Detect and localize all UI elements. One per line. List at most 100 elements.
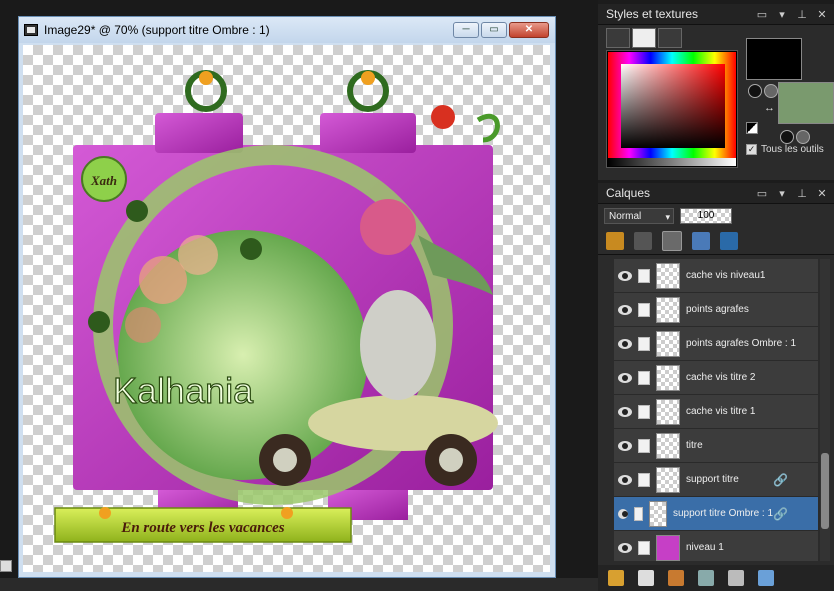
layer-name: cache vis titre 1 xyxy=(686,406,756,417)
duplicate-layer-icon[interactable] xyxy=(698,570,714,586)
bead xyxy=(240,238,262,260)
panel-menu-icon[interactable]: ▾ xyxy=(776,8,788,21)
saturation-value-box[interactable] xyxy=(621,64,725,148)
reset-colors-icon[interactable] xyxy=(746,122,758,134)
new-mask-icon[interactable] xyxy=(638,570,654,586)
panel-close-icon[interactable]: ✕ xyxy=(816,187,828,200)
layer-thumbnail xyxy=(656,364,680,391)
bead xyxy=(88,311,110,333)
mask-icon[interactable] xyxy=(634,232,652,250)
panel-restore-icon[interactable]: ▭ xyxy=(756,8,768,21)
fg-texture-icon[interactable] xyxy=(764,84,778,98)
lock-icon[interactable] xyxy=(638,336,650,351)
all-tools-checkbox[interactable]: ✓ xyxy=(746,144,757,155)
bg-texture-icon[interactable] xyxy=(796,130,810,144)
maximize-button[interactable]: ▭ xyxy=(481,22,507,38)
layers-panel-header[interactable]: Calques ▭ ▾ ⊥ ✕ xyxy=(598,183,834,204)
delete-layer-icon[interactable] xyxy=(728,570,744,586)
layer-properties-icon[interactable] xyxy=(668,570,684,586)
right-ring-screw xyxy=(361,71,375,85)
layer-name: cache vis titre 2 xyxy=(686,372,756,383)
color-picker[interactable] xyxy=(606,50,738,168)
panel-close-icon[interactable]: ✕ xyxy=(816,8,828,21)
visibility-eye-icon[interactable] xyxy=(618,508,629,519)
document-window[interactable]: Image29* @ 70% (support titre Ombre : 1)… xyxy=(18,16,556,578)
layer-list[interactable]: cache vis niveau1 points agrafes points ag… xyxy=(614,259,818,561)
visibility-eye-icon[interactable] xyxy=(618,542,632,553)
flower xyxy=(178,235,218,275)
layer-name: points agrafes xyxy=(686,304,749,315)
layer-row[interactable]: points agrafes Ombre : 1 xyxy=(614,327,818,361)
layer-thumbnail xyxy=(656,296,680,323)
visibility-eye-icon[interactable] xyxy=(618,406,632,417)
bg-style-icon[interactable] xyxy=(780,130,794,144)
visibility-eye-icon[interactable] xyxy=(618,372,632,383)
highlight-layer-icon[interactable] xyxy=(662,231,682,251)
panel-menu-icon[interactable]: ▾ xyxy=(776,187,788,200)
layer-row[interactable]: support titre Ombre : 1 🔗 xyxy=(614,497,818,531)
new-layer-icon[interactable] xyxy=(608,570,624,586)
grayscale-ramp[interactable] xyxy=(608,158,736,166)
link-icon[interactable]: 🔗 xyxy=(773,507,788,521)
link-icon[interactable]: 🔗 xyxy=(773,473,788,487)
layer-row[interactable]: niveau 1 xyxy=(614,531,818,561)
blend-mode-select[interactable]: Normal xyxy=(604,208,674,225)
layer-row[interactable]: cache vis niveau1 xyxy=(614,259,818,293)
panel-pin-icon[interactable]: ⊥ xyxy=(796,8,808,21)
lock-icon[interactable] xyxy=(638,370,650,385)
background-color-swatch[interactable] xyxy=(778,82,834,124)
layer-name: support titre Ombre : 1 xyxy=(673,508,774,519)
fg-style-icon[interactable] xyxy=(748,84,762,98)
close-button[interactable]: ✕ xyxy=(509,22,549,38)
layer-thumbnail xyxy=(656,466,680,493)
layer-row[interactable]: cache vis titre 1 xyxy=(614,395,818,429)
layer-scroll-thumb[interactable] xyxy=(821,453,829,529)
panel-pin-icon[interactable]: ⊥ xyxy=(796,187,808,200)
share-icon[interactable] xyxy=(720,232,738,250)
visibility-eye-icon[interactable] xyxy=(618,440,632,451)
lock-icon[interactable] xyxy=(638,472,650,487)
layer-scrollbar[interactable] xyxy=(820,259,830,561)
lock-icon[interactable] xyxy=(638,438,650,453)
layer-row[interactable]: titre xyxy=(614,429,818,463)
thumbnail-view-icon[interactable] xyxy=(692,232,710,250)
styles-panel-header[interactable]: Styles et textures ▭ ▾ ⊥ ✕ xyxy=(598,4,834,25)
lock-icon[interactable] xyxy=(638,404,650,419)
visibility-eye-icon[interactable] xyxy=(618,474,632,485)
layer-name: support titre xyxy=(686,474,739,485)
layer-row[interactable]: points agrafes xyxy=(614,293,818,327)
layers-panel: Calques ▭ ▾ ⊥ ✕ Normal 100 cache vis niv… xyxy=(598,183,834,591)
document-title: Image29* @ 70% (support titre Ombre : 1) xyxy=(44,23,270,37)
layer-row[interactable]: cache vis titre 2 xyxy=(614,361,818,395)
document-icon xyxy=(24,24,38,36)
visibility-eye-icon[interactable] xyxy=(618,270,632,281)
all-tools-label: Tous les outils xyxy=(761,144,824,155)
gradient-palette-tab[interactable] xyxy=(632,28,656,48)
minimize-button[interactable]: ─ xyxy=(453,22,479,38)
document-titlebar[interactable]: Image29* @ 70% (support titre Ombre : 1)… xyxy=(19,17,555,43)
swap-colors-icon[interactable]: ↔ xyxy=(764,102,775,114)
rider-jacket xyxy=(360,290,436,400)
layer-info-icon[interactable] xyxy=(758,570,774,586)
lock-icon[interactable] xyxy=(638,540,650,555)
image-canvas[interactable]: Xath Kalhania En route vers les vacances xyxy=(23,45,550,572)
foreground-color-swatch[interactable] xyxy=(746,38,802,80)
status-strip xyxy=(0,578,598,591)
frame-palette-tab[interactable] xyxy=(606,28,630,48)
layer-name: titre xyxy=(686,440,703,451)
visibility-eye-icon[interactable] xyxy=(618,338,632,349)
workspace: Image29* @ 70% (support titre Ombre : 1)… xyxy=(0,0,598,591)
lock-icon[interactable] xyxy=(638,268,650,283)
visibility-eye-icon[interactable] xyxy=(618,304,632,315)
layer-row[interactable]: support titre 🔗 xyxy=(614,463,818,497)
vine xyxy=(476,113,500,143)
lock-icon[interactable] xyxy=(638,302,650,317)
opacity-field[interactable]: 100 xyxy=(680,208,732,224)
layers-panel-title: Calques xyxy=(606,186,651,200)
scroll-marker-icon[interactable] xyxy=(0,560,12,572)
swatch-palette-tab[interactable] xyxy=(658,28,682,48)
lock-icon[interactable] xyxy=(634,506,644,521)
edit-selection-icon[interactable] xyxy=(606,232,624,250)
panel-restore-icon[interactable]: ▭ xyxy=(756,187,768,200)
layer-thumbnail xyxy=(656,432,680,459)
